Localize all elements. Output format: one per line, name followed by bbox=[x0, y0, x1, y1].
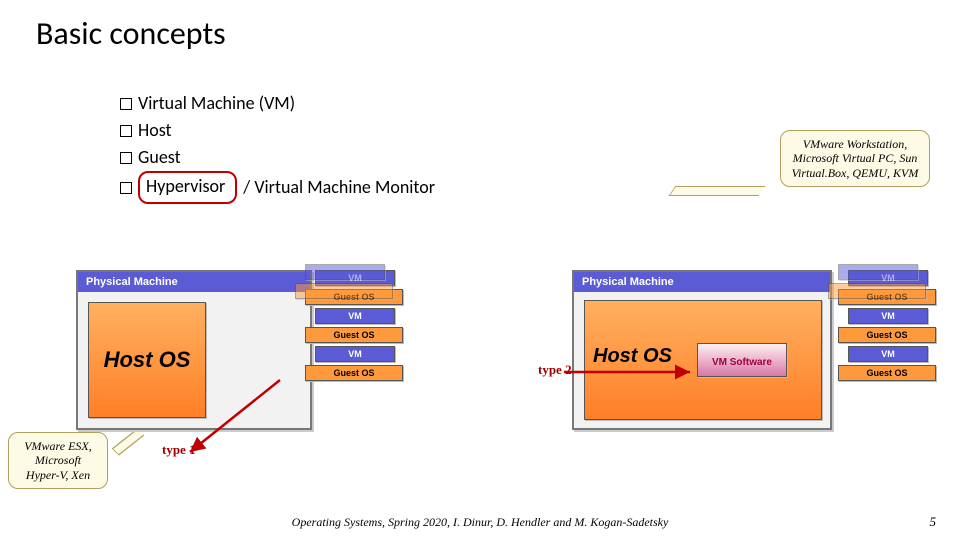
vm-bar: VM bbox=[848, 346, 928, 362]
bullet-list: Virtual Machine (VM) Host Guest Hypervis… bbox=[120, 90, 435, 204]
vm-bar bbox=[838, 264, 918, 280]
vm-bar: VM bbox=[848, 308, 928, 324]
bullet-host: Host bbox=[120, 117, 435, 144]
guest-os-bar: Guest OS bbox=[305, 327, 403, 343]
guest-os-bar: Guest OS bbox=[838, 365, 936, 381]
slide-title: Basic concepts bbox=[36, 14, 226, 53]
callout-type1-examples: VMware ESX, Microsoft Hyper-V, Xen bbox=[8, 432, 108, 489]
bullet-text: Guest bbox=[138, 144, 181, 171]
physical-machine-bar: Physical Machine bbox=[78, 272, 310, 292]
bullet-text: / Virtual Machine Monitor bbox=[243, 174, 435, 201]
guest-os-bar bbox=[828, 283, 926, 299]
physical-machine-bar: Physical Machine bbox=[574, 272, 830, 292]
callout-type2-examples: VMware Workstation, Microsoft Virtual PC… bbox=[780, 130, 930, 187]
hypervisor-highlight: Hypervisor bbox=[138, 171, 237, 204]
square-icon bbox=[120, 182, 132, 194]
bullet-vm: Virtual Machine (VM) bbox=[120, 90, 435, 117]
vm-software-box: VM Software bbox=[697, 343, 787, 377]
callout-tail-icon bbox=[668, 186, 765, 196]
vm-bar bbox=[305, 264, 385, 280]
bullet-guest: Guest bbox=[120, 144, 435, 171]
guest-os-bar: Guest OS bbox=[838, 327, 936, 343]
square-icon bbox=[120, 152, 132, 164]
bullet-text: Host bbox=[138, 117, 172, 144]
square-icon bbox=[120, 125, 132, 137]
arrow-icon bbox=[560, 364, 710, 404]
vm-bar: VM bbox=[315, 346, 395, 362]
bullet-text: Virtual Machine (VM) bbox=[138, 90, 295, 117]
footer-text: Operating Systems, Spring 2020, I. Dinur… bbox=[0, 515, 960, 530]
bullet-hypervisor: Hypervisor / Virtual Machine Monitor bbox=[120, 171, 435, 204]
vm-stack bbox=[828, 264, 928, 302]
vm-stack bbox=[295, 264, 395, 302]
vm-bar: VM bbox=[315, 308, 395, 324]
guest-os-bar bbox=[295, 283, 393, 299]
guest-os-bar: Guest OS bbox=[305, 365, 403, 381]
square-icon bbox=[120, 98, 132, 110]
page-number: 5 bbox=[930, 514, 937, 530]
callout-tail-icon bbox=[112, 429, 145, 456]
arrow-icon bbox=[170, 360, 290, 460]
diagram-type2: Physical Machine Host OS VM Software bbox=[572, 270, 832, 430]
